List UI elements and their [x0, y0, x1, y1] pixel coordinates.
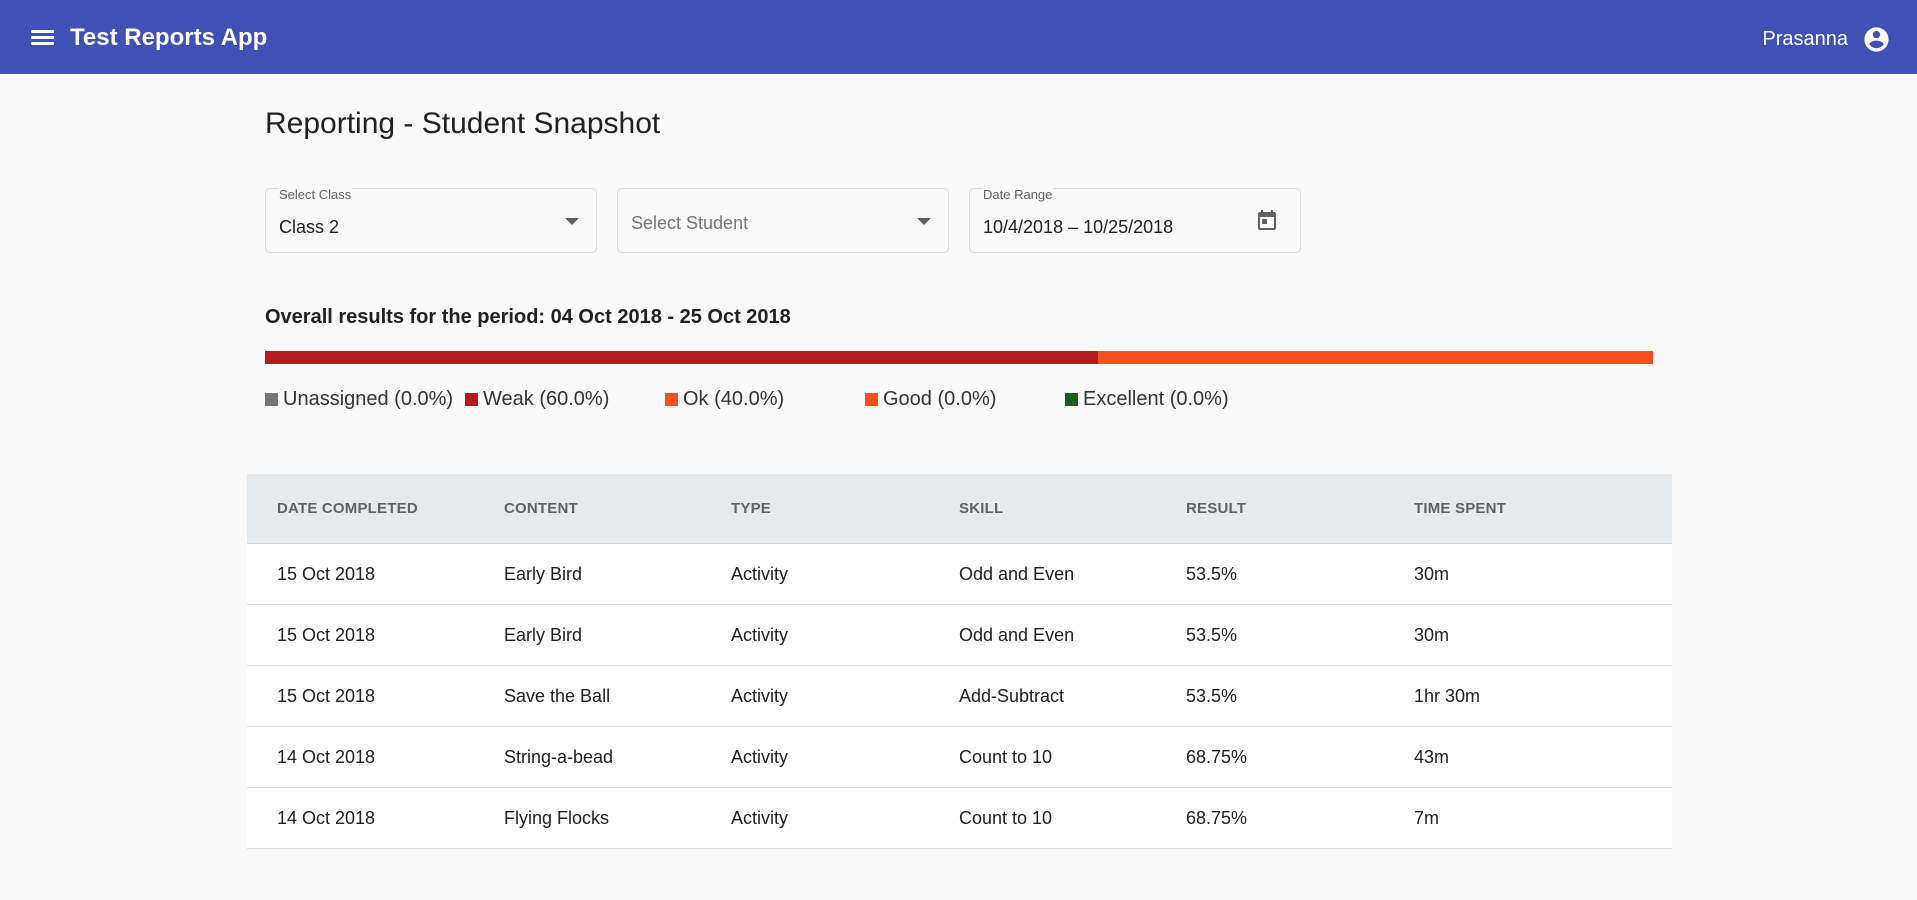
cell-skill: Odd and Even — [959, 563, 1075, 584]
table-row[interactable]: 14 Oct 2018 Flying Flocks Activity Count to… — [247, 788, 1672, 849]
select-student-dropdown[interactable]: Select Student — [617, 188, 949, 253]
table-row[interactable]: 15 Oct 2018 Early Bird Activity Odd and Eve… — [247, 605, 1672, 666]
date-range-label: Date Range — [982, 187, 1054, 203]
cell-time-spent: 43m — [1414, 746, 1450, 767]
table-row[interactable]: 14 Oct 2018 String-a-bead Activity Count to… — [247, 727, 1672, 788]
cell-content: Save the Ball — [504, 685, 611, 706]
cell-skill: Odd and Even — [959, 624, 1075, 645]
cell-result: 53.5% — [1186, 624, 1238, 645]
cell-type: Activity — [731, 563, 789, 584]
app-toolbar: Test Reports App Prasanna — [0, 0, 1917, 74]
legend-swatch — [465, 392, 478, 406]
dropdown-arrow-icon — [565, 218, 579, 225]
cell-skill: Count to 10 — [959, 807, 1053, 828]
column-header-date-completed[interactable]: DATE COMPLETED — [277, 474, 418, 543]
cell-date-completed: 15 Oct 2018 — [277, 624, 376, 645]
legend-swatch — [865, 392, 878, 406]
calendar-icon[interactable] — [1255, 209, 1279, 233]
column-header-content[interactable]: CONTENT — [504, 474, 578, 543]
menu-icon[interactable] — [28, 24, 58, 50]
cell-type: Activity — [731, 746, 789, 767]
column-header-result[interactable]: RESULT — [1186, 474, 1246, 543]
cell-content: Early Bird — [504, 624, 583, 645]
app-title: Test Reports App — [70, 24, 268, 51]
select-class-value: Class 2 — [279, 217, 340, 237]
date-range-value[interactable]: 10/4/2018 – 10/25/2018 — [983, 216, 1173, 238]
legend-item-excellent: Excellent (0.0%) — [1065, 386, 1229, 412]
date-range-field[interactable]: Date Range 10/4/2018 – 10/25/2018 — [969, 187, 1301, 253]
period-summary: Overall results for the period: 04 Oct 2… — [265, 306, 791, 328]
select-student-placeholder: Select Student — [631, 213, 749, 233]
table-header: DATE COMPLETED CONTENT TYPE SKILL RESULT TIME… — [247, 474, 1672, 544]
cell-skill: Count to 10 — [959, 746, 1053, 767]
cell-time-spent: 1hr 30m — [1414, 685, 1481, 706]
legend-label: Ok (40.0%) — [683, 388, 785, 410]
cell-time-spent: 7m — [1414, 807, 1440, 828]
results-table: DATE COMPLETED CONTENT TYPE SKILL RESULT TIME… — [247, 474, 1672, 849]
table-row[interactable]: 15 Oct 2018 Early Bird Activity Odd and Eve… — [247, 544, 1672, 605]
legend-swatch — [265, 392, 278, 406]
user-name[interactable]: Prasanna — [1762, 25, 1848, 53]
cell-result: 53.5% — [1186, 563, 1238, 584]
column-header-skill[interactable]: SKILL — [959, 474, 1003, 543]
page-title: Reporting - Student Snapshot — [265, 107, 661, 140]
cell-type: Activity — [731, 685, 789, 706]
cell-skill: Add-Subtract — [959, 685, 1065, 706]
cell-date-completed: 15 Oct 2018 — [277, 563, 376, 584]
legend-item-good: Good (0.0%) — [865, 386, 996, 412]
cell-type: Activity — [731, 624, 789, 645]
legend-label: Excellent (0.0%) — [1083, 388, 1229, 410]
legend-item-ok: Ok (40.0%) — [665, 386, 784, 412]
dropdown-arrow-icon — [917, 218, 931, 225]
cell-content: Early Bird — [504, 563, 583, 584]
legend-swatch — [665, 392, 678, 406]
column-header-time-spent[interactable]: TIME SPENT — [1414, 474, 1506, 543]
cell-date-completed: 14 Oct 2018 — [277, 807, 376, 828]
legend-label: Unassigned (0.0%) — [283, 388, 454, 410]
cell-content: Flying Flocks — [504, 807, 610, 828]
bar-segment-ok — [1097, 351, 1653, 364]
table-body: 15 Oct 2018 Early Bird Activity Odd and Eve… — [247, 544, 1672, 849]
cell-time-spent: 30m — [1414, 624, 1450, 645]
results-legend: Unassigned (0.0%) Weak (60.0%) Ok (40.0%) G… — [265, 386, 1365, 412]
account-circle-icon[interactable] — [1862, 25, 1891, 54]
results-distribution-bar — [265, 351, 1653, 364]
cell-date-completed: 15 Oct 2018 — [277, 685, 376, 706]
cell-result: 53.5% — [1186, 685, 1238, 706]
legend-item-unassigned: Unassigned (0.0%) — [265, 386, 453, 412]
column-header-type[interactable]: TYPE — [731, 474, 771, 543]
cell-content: String-a-bead — [504, 746, 614, 767]
bar-segment-weak — [265, 351, 1098, 364]
select-class-dropdown[interactable]: Select Class Class 2 — [265, 187, 597, 253]
cell-time-spent: 30m — [1414, 563, 1450, 584]
legend-label: Weak (60.0%) — [483, 388, 610, 410]
legend-label: Good (0.0%) — [883, 388, 997, 410]
cell-result: 68.75% — [1186, 746, 1248, 767]
legend-item-weak: Weak (60.0%) — [465, 386, 609, 412]
cell-date-completed: 14 Oct 2018 — [277, 746, 376, 767]
table-row[interactable]: 15 Oct 2018 Save the Ball Activity Add-Subt… — [247, 666, 1672, 727]
legend-swatch — [1065, 392, 1078, 406]
cell-type: Activity — [731, 807, 789, 828]
cell-result: 68.75% — [1186, 807, 1248, 828]
select-class-label: Select Class — [278, 187, 353, 203]
